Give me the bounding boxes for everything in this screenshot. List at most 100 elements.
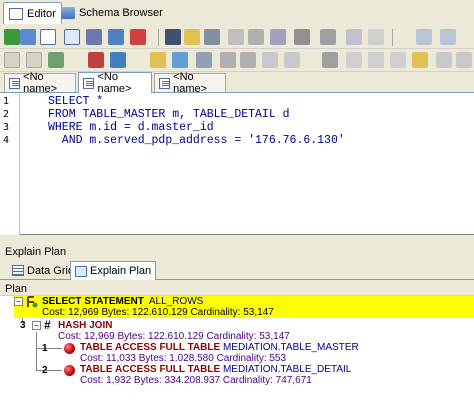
code-line: AND m.served_pdp_address = '176.76.6.130… bbox=[48, 134, 345, 147]
format-icon[interactable] bbox=[270, 29, 286, 45]
uncomment-icon[interactable] bbox=[284, 52, 300, 68]
plan-node-id: 2 bbox=[42, 365, 48, 376]
rollback-icon[interactable] bbox=[248, 29, 264, 45]
plan-node-op: TABLE ACCESS FULL TABLE bbox=[80, 342, 221, 353]
schema-browser-icon bbox=[61, 7, 75, 19]
explain-plan-icon bbox=[75, 265, 87, 277]
back-icon[interactable] bbox=[416, 29, 432, 45]
doc-tab-1[interactable]: <No name> bbox=[4, 71, 76, 95]
line-number: 2 bbox=[3, 109, 10, 120]
tab-schema-browser[interactable]: Schema Browser bbox=[56, 2, 168, 24]
plan-node-op: HASH JOIN bbox=[58, 320, 113, 331]
doc-tab-2[interactable]: <No name> bbox=[78, 71, 152, 95]
tab-schema-browser-label: Schema Browser bbox=[79, 7, 163, 19]
cut-icon[interactable] bbox=[346, 52, 362, 68]
explain-plan-icon[interactable] bbox=[64, 29, 80, 45]
document-tab-bar: <No name> <No name> <No name> bbox=[0, 71, 474, 95]
collapse-toggle-icon[interactable]: − bbox=[14, 297, 23, 306]
doc-tab-3[interactable]: <No name> bbox=[154, 71, 226, 95]
line-number-gutter: 1 2 3 4 bbox=[0, 93, 20, 235]
plan-node-op: TABLE ACCESS FULL TABLE bbox=[80, 364, 221, 375]
bookmark-icon[interactable] bbox=[412, 52, 428, 68]
sql-script-icon[interactable] bbox=[40, 29, 56, 45]
execute-dropdown-icon[interactable] bbox=[20, 29, 36, 45]
plan-node-operation: TABLE ACCESS FULL TABLE MEDIATION.TABLE_… bbox=[80, 364, 351, 375]
tree-line bbox=[36, 370, 62, 371]
sql-to-code-icon[interactable] bbox=[346, 29, 362, 45]
select-all-icon[interactable] bbox=[436, 52, 452, 68]
plan-node-detail: ALL_ROWS bbox=[148, 296, 204, 307]
sql-document-icon bbox=[83, 77, 95, 89]
load-file-icon[interactable] bbox=[26, 52, 42, 68]
comment-icon[interactable] bbox=[262, 52, 278, 68]
data-grid-icon bbox=[12, 265, 24, 276]
tree-line bbox=[36, 348, 62, 349]
code-line: FROM TABLE_MASTER m, TABLE_DETAIL d bbox=[48, 108, 290, 121]
editor-icon bbox=[9, 7, 23, 20]
plan-node-stats: Cost: 12,969 Bytes: 122.610.129 Cardinal… bbox=[42, 307, 274, 318]
indent-icon[interactable] bbox=[220, 52, 236, 68]
save-icon[interactable] bbox=[165, 29, 181, 45]
options-icon[interactable] bbox=[456, 52, 472, 68]
tab-explain-plan[interactable]: Explain Plan bbox=[70, 261, 157, 280]
line-number: 4 bbox=[3, 135, 10, 146]
favorites-icon[interactable] bbox=[150, 52, 166, 68]
print-icon[interactable] bbox=[204, 29, 220, 45]
plan-node-id: 3 bbox=[20, 320, 26, 331]
line-number: 3 bbox=[3, 122, 10, 133]
history-icon[interactable] bbox=[294, 29, 310, 45]
forward-icon[interactable] bbox=[440, 29, 456, 45]
tab-data-grid[interactable]: Data Grid bbox=[8, 261, 78, 280]
tree-line bbox=[36, 332, 37, 370]
toolbar-secondary bbox=[0, 49, 474, 72]
undo-icon[interactable] bbox=[322, 52, 338, 68]
paste-icon[interactable] bbox=[390, 52, 406, 68]
describe-icon[interactable] bbox=[320, 29, 336, 45]
connect-icon[interactable] bbox=[48, 52, 64, 68]
tab-editor[interactable]: Editor bbox=[3, 2, 62, 24]
doc-tab-label: <No name> bbox=[173, 71, 208, 95]
tab-data-grid-label: Data Grid bbox=[27, 264, 75, 277]
separator bbox=[392, 29, 393, 46]
explain-plan-header: Explain Plan bbox=[5, 246, 67, 258]
code-to-sql-icon[interactable] bbox=[368, 29, 384, 45]
outdent-icon[interactable] bbox=[240, 52, 256, 68]
table-access-icon bbox=[64, 365, 75, 376]
line-number: 1 bbox=[3, 96, 10, 107]
plan-node-id: 1 bbox=[42, 343, 48, 354]
plan-node-op: SELECT STATEMENT bbox=[42, 296, 144, 307]
plan-node-operation: SELECT STATEMENT ALL_ROWS bbox=[42, 296, 203, 307]
autotrace-icon[interactable] bbox=[86, 29, 102, 45]
main-tab-bar: Editor Schema Browser bbox=[0, 0, 474, 26]
sql-document-icon bbox=[9, 77, 21, 89]
plan-node-operation: HASH JOIN bbox=[58, 320, 112, 331]
find-icon[interactable] bbox=[172, 52, 188, 68]
code-line: WHERE m.id = d.master_id bbox=[48, 121, 214, 134]
replace-icon[interactable] bbox=[196, 52, 212, 68]
results-tab-bar: Data Grid Explain Plan bbox=[0, 260, 474, 280]
copy-icon[interactable] bbox=[368, 52, 384, 68]
collapse-toggle-icon[interactable]: − bbox=[32, 321, 41, 330]
new-tab-icon[interactable] bbox=[4, 52, 20, 68]
explain-plan-tree[interactable]: − SELECT STATEMENT ALL_ROWS Cost: 12,969… bbox=[0, 296, 474, 420]
sql-trace-icon[interactable] bbox=[108, 29, 124, 45]
sql-editor[interactable]: 1 2 3 4 SELECT * FROM TABLE_MASTER m, TA… bbox=[0, 93, 474, 235]
table-access-icon bbox=[64, 343, 75, 354]
plan-node-stats: Cost: 1,932 Bytes: 334.208.937 Cardinali… bbox=[80, 375, 312, 386]
tab-editor-label: Editor bbox=[27, 7, 56, 20]
plan-node-stats: Cost: 11,033 Bytes: 1.028.580 Cardinalit… bbox=[80, 353, 287, 364]
commit-icon[interactable] bbox=[228, 29, 244, 45]
disconnect-icon[interactable] bbox=[88, 52, 104, 68]
plan-node-operation: TABLE ACCESS FULL TABLE MEDIATION.TABLE_… bbox=[80, 342, 359, 353]
stop-icon[interactable] bbox=[130, 29, 146, 45]
execute-icon[interactable] bbox=[4, 29, 20, 45]
panel-splitter[interactable] bbox=[0, 236, 474, 244]
toolbar-primary bbox=[0, 26, 474, 49]
plan-node-stats: Cost: 12,969 Bytes: 122.610.129 Cardinal… bbox=[58, 331, 290, 342]
code-line: SELECT * bbox=[48, 95, 104, 108]
hash-join-icon: # bbox=[44, 318, 51, 332]
new-connection-icon[interactable] bbox=[110, 52, 126, 68]
tab-explain-plan-label: Explain Plan bbox=[90, 265, 152, 277]
open-file-icon[interactable] bbox=[184, 29, 200, 45]
doc-tab-label: <No name> bbox=[23, 71, 58, 95]
